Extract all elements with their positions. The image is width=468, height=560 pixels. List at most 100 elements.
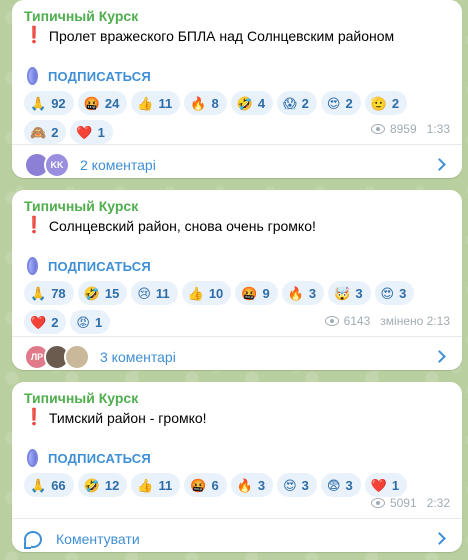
subscribe-label: ПОДПИСАТЬСЯ	[48, 450, 151, 466]
reaction-emoji: 👍	[137, 477, 154, 493]
reaction-emoji: 🔥	[190, 95, 207, 111]
commenter-avatars: KK	[24, 152, 70, 178]
reaction-count: 3	[399, 285, 407, 301]
reaction-count: 6	[211, 477, 219, 493]
message-text: ❗ Солнцевский район, снова очень громко!	[24, 217, 450, 235]
reaction-count: 66	[51, 477, 66, 493]
subscribe-label: ПОДПИСАТЬСЯ	[48, 68, 151, 84]
reaction-emoji: 🤬	[190, 477, 207, 493]
reaction-emoji: 🙈	[30, 124, 47, 140]
channel-name[interactable]: Типичный Курск	[24, 197, 450, 215]
message-post[interactable]: Типичный Курск ❗ Тимский район - громко!…	[12, 382, 462, 552]
reaction-chip[interactable]: 🔥 3	[230, 473, 274, 497]
reaction-chip[interactable]: 🤣 4	[230, 91, 274, 115]
message-text: ❗ Тимский район - громко!	[24, 409, 450, 427]
reaction-chip[interactable]: 🔥 8	[184, 91, 227, 115]
reaction-chip[interactable]: 🙏 92	[24, 91, 74, 115]
reaction-count: 2	[51, 124, 59, 140]
message-time: 1:33	[426, 122, 450, 136]
reaction-emoji: 🔥	[236, 477, 253, 493]
message-post[interactable]: Типичный Курск ❗ Солнцевский район, снов…	[12, 190, 462, 370]
reaction-chip[interactable]: 😍 2	[320, 91, 361, 115]
subscribe-icon	[27, 257, 38, 275]
subscribe-link[interactable]: ПОДПИСАТЬСЯ	[24, 67, 450, 85]
reaction-count: 11	[158, 95, 173, 111]
reaction-emoji: 😱	[283, 95, 297, 111]
reaction-count: 10	[208, 285, 224, 301]
reaction-count: 3	[308, 285, 317, 301]
reaction-count: 12	[104, 477, 120, 493]
reaction-chip[interactable]: ❤️ 1	[364, 473, 408, 497]
chevron-right-icon	[433, 350, 446, 363]
channel-name[interactable]: Типичный Курск	[24, 7, 450, 25]
reaction-emoji: ❤️	[30, 314, 47, 330]
reaction-chip[interactable]: 😍 3	[374, 281, 415, 305]
reaction-chip[interactable]: 🤣 15	[77, 281, 128, 305]
reaction-count: 92	[51, 95, 66, 111]
reaction-chip[interactable]: 😡 1	[70, 310, 111, 334]
reaction-emoji: 😍	[283, 477, 297, 493]
reaction-chip[interactable]: 🤯 3	[328, 281, 371, 305]
views-count: 8959	[389, 122, 417, 136]
reaction-count: 11	[158, 477, 173, 493]
reaction-count: 2	[301, 95, 309, 111]
reaction-chip[interactable]: 👍 11	[131, 91, 181, 115]
reaction-count: 3	[257, 477, 266, 493]
reaction-chip[interactable]: 👍 11	[131, 473, 181, 497]
reaction-emoji: 😍	[380, 285, 395, 301]
reaction-chip[interactable]: 🙏 78	[24, 281, 74, 305]
subscribe-icon	[27, 67, 38, 85]
reaction-chip[interactable]: 🤬 6	[184, 473, 227, 497]
comments-label: 3 коментарі	[100, 349, 176, 365]
reaction-chip[interactable]: 🤣 12	[77, 473, 128, 497]
reaction-chip[interactable]: 👍 10	[181, 281, 232, 305]
exclamation-icon: ❗	[24, 217, 44, 234]
reaction-count: 2	[345, 95, 353, 111]
reaction-chip[interactable]: 😢 11	[131, 281, 178, 305]
reaction-emoji: 🔥	[287, 285, 304, 301]
reaction-count: 2	[391, 95, 400, 111]
reaction-count: 3	[355, 285, 363, 301]
comments-bar[interactable]: KK 2 коментарі	[12, 144, 462, 185]
subscribe-link[interactable]: ПОДПИСАТЬСЯ	[24, 257, 450, 275]
reaction-emoji: ❤️	[76, 124, 93, 140]
reaction-count: 1	[97, 124, 105, 140]
reaction-count: 4	[257, 95, 266, 111]
reaction-emoji: 👍	[187, 285, 204, 301]
subscribe-link[interactable]: ПОДПИСАТЬСЯ	[24, 449, 450, 467]
reaction-chip[interactable]: ❤️ 2	[24, 310, 67, 334]
reaction-chip[interactable]: 🙏 66	[24, 473, 74, 497]
views-icon	[324, 316, 339, 326]
reaction-emoji: 🙏	[30, 285, 47, 301]
message-text-content: Пролет вражеского БПЛА над Солнцевским р…	[48, 28, 395, 44]
reaction-chip[interactable]: 🫡 2	[364, 91, 408, 115]
reaction-emoji: 🙏	[30, 95, 47, 111]
views-count: 6143	[343, 314, 371, 328]
reaction-chip[interactable]: 😨 3	[320, 473, 361, 497]
reaction-emoji: 🤬	[241, 285, 258, 301]
reactions: 🙏 92 🤬 24 👍 11 🔥 8 🤣 4 😱 2 😍 2 🫡 2 🙈 2 ❤️ 1	[24, 91, 424, 149]
reaction-chip[interactable]: 🙈 2	[24, 120, 67, 144]
exclamation-icon: ❗	[24, 409, 44, 426]
channel-name[interactable]: Типичный Курск	[24, 389, 450, 407]
reactions: 🙏 78 🤣 15 😢 11 👍 10 🤬 9 🔥 3 🤯 3 😍 3 ❤️ 2 😡 1	[24, 281, 424, 339]
reaction-chip[interactable]: 🔥 3	[281, 281, 325, 305]
avatar: KK	[44, 152, 70, 178]
reaction-count: 78	[51, 285, 66, 301]
reaction-chip[interactable]: 😍 3	[277, 473, 317, 497]
reaction-chip[interactable]: 😱 2	[277, 91, 317, 115]
comment-label: Коментувати	[56, 531, 140, 547]
reaction-chip[interactable]: 🤬 24	[77, 91, 128, 115]
reaction-emoji: 🤣	[236, 95, 253, 111]
reaction-chip[interactable]: ❤️ 1	[70, 120, 113, 144]
reaction-count: 1	[391, 477, 400, 493]
reaction-emoji: 😨	[326, 477, 341, 493]
message-text-content: Солнцевский район, снова очень громко!	[48, 218, 316, 234]
reaction-chip[interactable]: 🤬 9	[235, 281, 278, 305]
reaction-emoji: 🤣	[83, 285, 100, 301]
message-post[interactable]: Типичный Курск ❗ Пролет вражеского БПЛА …	[12, 0, 462, 178]
chevron-right-icon	[433, 158, 446, 171]
comment-bar[interactable]: Коментувати	[12, 518, 462, 559]
exclamation-icon: ❗	[24, 27, 44, 44]
comments-bar[interactable]: ЛР 3 коментарі	[12, 336, 462, 377]
